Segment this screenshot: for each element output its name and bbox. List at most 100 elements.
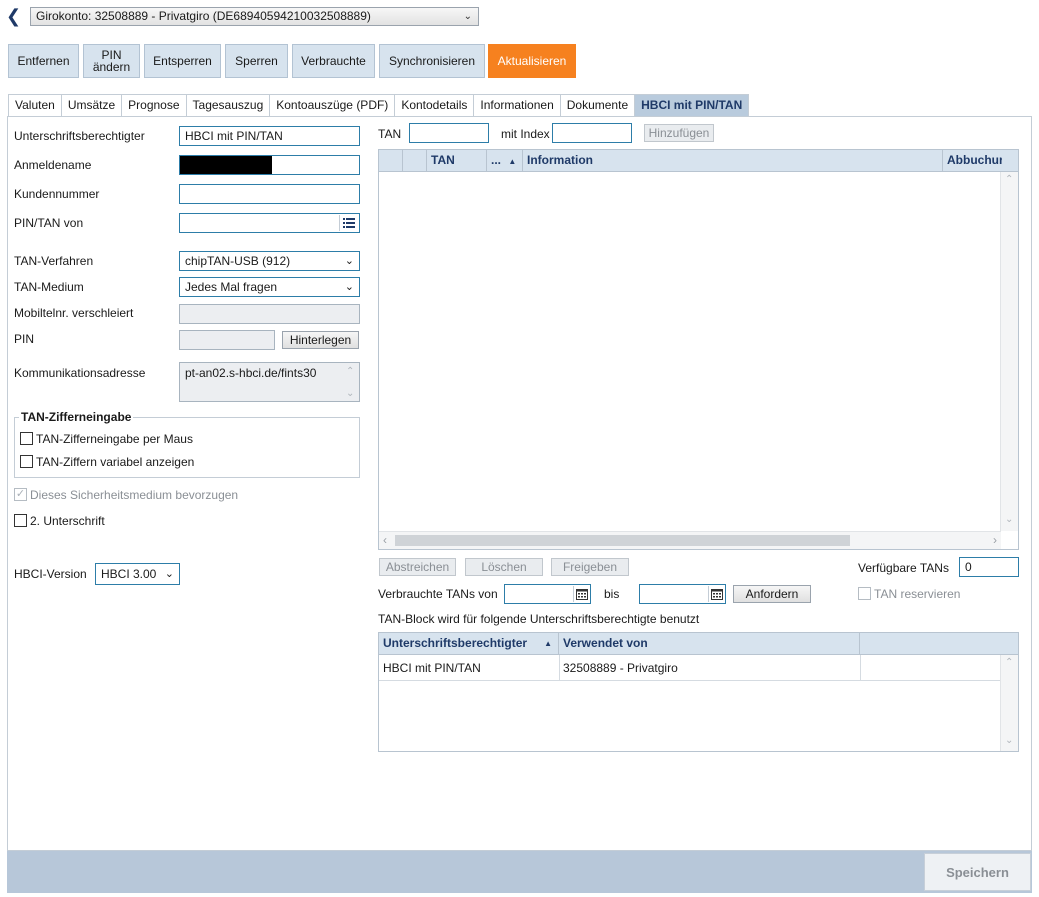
login-name-input[interactable] — [179, 155, 360, 175]
refresh-button[interactable]: Aktualisieren — [488, 44, 576, 78]
grid-col-index[interactable]: ... ▲ — [487, 150, 523, 171]
scroll-right-icon[interactable]: › — [993, 533, 997, 547]
hscroll-thumb[interactable] — [395, 535, 850, 546]
signatory-input[interactable]: HBCI mit PIN/TAN — [179, 126, 360, 146]
sig-col-signatory[interactable]: Unterschriftsberechtigter ▲ — [379, 633, 559, 654]
hbci-version-label: HBCI-Version — [14, 567, 87, 581]
customer-number-input[interactable] — [179, 184, 360, 204]
grid-col-tan[interactable]: TAN — [427, 150, 487, 171]
scroll-up-icon[interactable]: ⌃ — [346, 363, 354, 381]
tab-prognose[interactable]: Prognose — [121, 94, 186, 116]
tan-grid-header: TAN ... ▲ Information Abbuchur — [379, 150, 1018, 172]
back-arrow-icon[interactable]: ❮ — [6, 6, 21, 26]
pin-input — [179, 330, 275, 350]
prefer-medium-checkbox: ✓ — [14, 488, 27, 501]
reserve-tan-checkbox — [858, 587, 871, 600]
tab-informationen[interactable]: Informationen — [473, 94, 560, 116]
synchronize-button[interactable]: Synchronisieren — [379, 44, 485, 78]
sig-col-used-by[interactable]: Verwendet von — [559, 633, 860, 654]
table-row[interactable]: HBCI mit PIN/TAN 32508889 - Privatgiro — [379, 655, 1001, 681]
tan-grid-hscroll[interactable]: ‹ › — [379, 531, 1001, 549]
delete-button: Löschen — [465, 558, 543, 576]
grid-col-debit[interactable]: Abbuchur — [943, 150, 1002, 171]
change-pin-button[interactable]: PIN ändern — [83, 44, 140, 78]
tab-dokumente[interactable]: Dokumente — [559, 94, 635, 116]
to-label: bis — [604, 587, 620, 601]
scroll-left-icon[interactable]: ‹ — [383, 533, 387, 547]
chevron-down-icon: ⌄ — [463, 11, 472, 22]
tan-input[interactable] — [409, 123, 489, 143]
scroll-up-icon[interactable]: ⌃ — [1005, 174, 1013, 185]
row-used-by: 32508889 - Privatgiro — [563, 661, 678, 675]
mouse-input-checkbox[interactable] — [20, 432, 33, 445]
request-button[interactable]: Anfordern — [733, 585, 811, 603]
redacted-value — [180, 156, 272, 174]
signatory-grid-vscroll[interactable]: ⌃ ⌄ — [1000, 655, 1018, 751]
row-signatory: HBCI mit PIN/TAN — [383, 661, 481, 675]
variable-digits-checkbox[interactable] — [20, 455, 33, 468]
available-tans-label: Verfügbare TANs — [858, 561, 949, 575]
communication-address-value: pt-an02.s-hbci.de/fints30 — [185, 366, 317, 380]
tan-method-value: chipTAN-USB (912) — [185, 254, 291, 268]
used-tans-to-input[interactable] — [639, 584, 726, 604]
footer-bar — [7, 851, 1032, 893]
strike-button: Abstreichen — [379, 558, 456, 576]
unlock-button[interactable]: Entsperren — [144, 44, 221, 78]
tab-bar: Valuten Umsätze Prognose Tagesauszug Kon… — [8, 94, 750, 116]
deposit-button[interactable]: Hinterlegen — [282, 331, 359, 349]
grid-col-blank[interactable] — [403, 150, 427, 171]
tab-tagesauszug[interactable]: Tagesauszug — [185, 94, 270, 116]
signatory-grid-header: Unterschriftsberechtigter ▲ Verwendet vo… — [379, 633, 1018, 655]
tan-block-info: TAN-Block wird für folgende Unterschrift… — [378, 612, 700, 626]
tan-method-select[interactable]: chipTAN-USB (912) ⌄ — [179, 251, 360, 271]
pintan-from-input[interactable] — [179, 213, 360, 233]
scroll-down-icon[interactable]: ⌄ — [1005, 735, 1013, 746]
checkmark-icon: ✓ — [15, 488, 26, 500]
remove-button[interactable]: Entfernen — [8, 44, 79, 78]
calendar-icon[interactable] — [708, 586, 724, 602]
second-signature-label: 2. Unterschrift — [30, 514, 105, 528]
lock-button[interactable]: Sperren — [225, 44, 288, 78]
tab-kontodetails[interactable]: Kontodetails — [394, 94, 474, 116]
scroll-down-icon[interactable]: ⌄ — [346, 385, 354, 401]
save-button: Speichern — [924, 853, 1031, 891]
scroll-down-icon[interactable]: ⌄ — [1005, 514, 1013, 525]
index-input[interactable] — [552, 123, 632, 143]
tan-medium-select[interactable]: Jedes Mal fragen ⌄ — [179, 277, 360, 297]
mouse-input-label: TAN-Zifferneingabe per Maus — [36, 432, 193, 446]
variable-digits-label: TAN-Ziffern variabel anzeigen — [36, 455, 195, 469]
tab-hbci-pin-tan[interactable]: HBCI mit PIN/TAN — [634, 94, 750, 116]
account-select[interactable]: Girokonto: 32508889 - Privatgiro (DE6894… — [30, 7, 479, 26]
tab-kontoauszuege[interactable]: Kontoauszüge (PDF) — [269, 94, 395, 116]
used-tans-from-label: Verbrauchte TANs von — [378, 587, 498, 601]
chevron-down-icon: ⌄ — [344, 281, 354, 293]
list-icon[interactable] — [339, 215, 358, 231]
grid-col-index-label: ... — [491, 153, 502, 167]
available-tans-input[interactable]: 0 — [959, 557, 1019, 577]
calendar-icon[interactable] — [573, 586, 589, 602]
reserve-tan-label: TAN reservieren — [874, 587, 961, 601]
sort-asc-icon: ▲ — [508, 157, 517, 166]
grid-col-select[interactable] — [379, 150, 403, 171]
login-name-label: Anmeldename — [14, 158, 92, 172]
second-signature-checkbox[interactable] — [14, 514, 27, 527]
tan-grid: TAN ... ▲ Information Abbuchur ⌃ ⌄ ‹ › — [378, 149, 1019, 550]
tab-valuten[interactable]: Valuten — [8, 94, 61, 116]
scrollbar[interactable]: ⌃ ⌄ — [343, 363, 359, 401]
account-select-label: Girokonto: 32508889 - Privatgiro (DE6894… — [36, 9, 371, 23]
tan-grid-vscroll[interactable]: ⌃ ⌄ — [1000, 172, 1018, 531]
sort-asc-icon: ▲ — [544, 639, 552, 648]
scroll-up-icon[interactable]: ⌃ — [1005, 657, 1013, 668]
tab-umsaetze[interactable]: Umsätze — [60, 94, 122, 116]
chevron-down-icon: ⌄ — [344, 255, 354, 267]
pintan-from-label: PIN/TAN von — [14, 216, 84, 230]
index-label: mit Index — [501, 127, 550, 141]
sig-col-signatory-label: Unterschriftsberechtigter — [383, 636, 528, 650]
prefer-medium-label: Dieses Sicherheitsmedium bevorzugen — [30, 488, 239, 502]
change-pin-label-2: ändern — [92, 60, 131, 74]
hbci-version-select[interactable]: HBCI 3.00 ⌄ — [95, 563, 180, 585]
used-button[interactable]: Verbrauchte — [292, 44, 375, 78]
grid-col-information[interactable]: Information — [523, 150, 943, 171]
used-tans-from-input[interactable] — [504, 584, 591, 604]
signatory-grid: Unterschriftsberechtigter ▲ Verwendet vo… — [378, 632, 1019, 752]
